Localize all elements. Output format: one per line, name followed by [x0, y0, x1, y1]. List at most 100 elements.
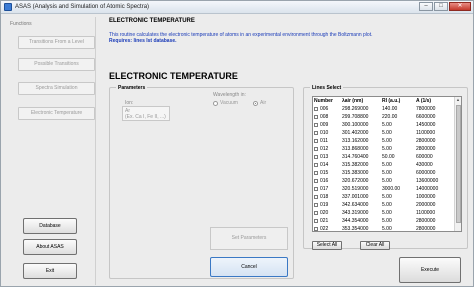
- table-cell: 600000: [415, 153, 455, 161]
- row-checkbox[interactable]: [314, 186, 318, 191]
- set-parameters-button[interactable]: Set Parameters: [210, 227, 288, 250]
- row-checkbox[interactable]: [314, 170, 318, 175]
- ion-input[interactable]: Ar (Ex. Ca I, Fe II, ...): [122, 106, 170, 121]
- requirements-text: Requires: lines Ist database.: [109, 38, 177, 44]
- nav-possible-transitions-button[interactable]: Possible Transitions: [18, 58, 95, 71]
- routine-title: ELECTRONIC TEMPERATURE: [109, 18, 195, 24]
- table-row[interactable]: 019 342.634000 5.00 2000000: [313, 201, 455, 209]
- table-cell: 2000000: [415, 201, 455, 209]
- lines-table: Number λair (nm) RI (a.u.) A (1/s) 006 29…: [312, 96, 462, 232]
- table-row[interactable]: 016 320.672000 5.00 13600000: [313, 177, 455, 185]
- column-relative-intensity: RI (a.u.): [382, 98, 401, 104]
- table-cell: 3000.00: [381, 185, 415, 193]
- table-row[interactable]: 010 301.402000 5.00 1100000: [313, 129, 455, 137]
- select-all-button[interactable]: Select All: [312, 241, 342, 250]
- row-checkbox[interactable]: [314, 106, 318, 111]
- table-cell: 5.00: [381, 145, 415, 153]
- table-row[interactable]: 009 300.100000 5.00 1450000: [313, 121, 455, 129]
- cell-value: 008: [320, 114, 329, 120]
- table-cell: 014: [313, 161, 341, 169]
- table-cell: 006: [313, 105, 341, 113]
- table-row[interactable]: 021 344.354000 5.00 2800000: [313, 217, 455, 225]
- cell-value: 6000000: [416, 170, 436, 176]
- table-row[interactable]: 011 313.162000 5.00 2800000: [313, 137, 455, 145]
- wavelength-label: Wavelength in:: [213, 92, 246, 98]
- cell-value: 020: [320, 210, 329, 216]
- lines-select-group: Lines Select Number λair (nm) RI (a.u.) …: [303, 85, 468, 250]
- clear-all-button[interactable]: Clear All: [360, 241, 390, 250]
- vacuum-radio[interactable]: Vacuum: [213, 100, 238, 106]
- row-checkbox[interactable]: [314, 146, 318, 151]
- close-button[interactable]: ✕: [449, 2, 471, 11]
- row-checkbox[interactable]: [314, 138, 318, 143]
- air-radio[interactable]: Air: [253, 100, 266, 106]
- cell-value: 014: [320, 162, 329, 168]
- database-button[interactable]: Database: [23, 218, 77, 234]
- row-checkbox[interactable]: [314, 122, 318, 127]
- table-row[interactable]: 022 353.354000 5.00 2800000: [313, 225, 455, 231]
- table-cell: 011: [313, 137, 341, 145]
- table-cell: 298.269000: [341, 105, 381, 113]
- table-cell: 1450000: [415, 121, 455, 129]
- vacuum-radio-dot: [213, 100, 218, 106]
- table-cell: 5.00: [381, 121, 415, 129]
- cell-value: 6600000: [416, 114, 436, 120]
- table-row[interactable]: 008 299.708800 220.00 6600000: [313, 113, 455, 121]
- nav-electronic-temperature-button[interactable]: Electronic Temperature: [18, 107, 95, 120]
- table-cell: 313.162000: [341, 137, 381, 145]
- cell-value: 337.001000: [342, 194, 369, 200]
- cell-value: 342.634000: [342, 202, 369, 208]
- table-row[interactable]: 015 315.383000 5.00 6000000: [313, 169, 455, 177]
- row-checkbox[interactable]: [314, 218, 318, 223]
- table-row[interactable]: 017 320.519000 3000.00 14000000: [313, 185, 455, 193]
- table-cell: 009: [313, 121, 341, 129]
- row-checkbox[interactable]: [314, 194, 318, 199]
- row-checkbox[interactable]: [314, 178, 318, 183]
- scroll-up-icon[interactable]: ▲: [455, 97, 461, 103]
- cell-value: 019: [320, 202, 329, 208]
- table-cell: 320.672000: [341, 177, 381, 185]
- table-row[interactable]: 006 298.269000 140.00 7800000: [313, 105, 455, 113]
- cell-value: 010: [320, 130, 329, 136]
- scroll-thumb[interactable]: [456, 105, 461, 223]
- table-cell: 020: [313, 209, 341, 217]
- cell-value: 011: [320, 138, 328, 144]
- table-row[interactable]: 014 315.382000 5.00 430000: [313, 161, 455, 169]
- table-row[interactable]: 018 337.001000 5.00 1000000: [313, 193, 455, 201]
- routine-description: This routine calculates the electronic t…: [109, 32, 469, 44]
- section-title: ELECTRONIC TEMPERATURE: [109, 71, 238, 81]
- table-cell: 299.708800: [341, 113, 381, 121]
- minimize-button[interactable]: –: [419, 2, 433, 11]
- table-cell: 2800000: [415, 145, 455, 153]
- column-wavelength: λair (nm): [342, 98, 364, 104]
- row-checkbox[interactable]: [314, 226, 318, 231]
- table-cell: 5.00: [381, 169, 415, 177]
- cell-value: 2800000: [416, 138, 436, 144]
- table-cell: 019: [313, 201, 341, 209]
- row-checkbox[interactable]: [314, 210, 318, 215]
- row-checkbox[interactable]: [314, 202, 318, 207]
- row-checkbox[interactable]: [314, 114, 318, 119]
- table-scrollbar[interactable]: ▲: [454, 97, 461, 231]
- exit-button[interactable]: Exit: [23, 263, 77, 279]
- cell-value: 017: [320, 186, 329, 192]
- about-asas-button[interactable]: About ASAS: [23, 239, 77, 255]
- table-row[interactable]: 020 343.319000 5.00 1100000: [313, 209, 455, 217]
- table-row[interactable]: 013 314.760400 50.00 600000: [313, 153, 455, 161]
- cell-value: 315.383000: [342, 170, 369, 176]
- table-cell: 1100000: [415, 209, 455, 217]
- nav-spectra-simulation-button[interactable]: Spectra Simulation: [18, 82, 95, 95]
- maximize-button[interactable]: □: [434, 2, 448, 11]
- nav-transitions-from-level-button[interactable]: Transitions From a Level: [18, 36, 95, 49]
- table-cell: 430000: [415, 161, 455, 169]
- execute-button[interactable]: Execute: [399, 257, 461, 283]
- table-row[interactable]: 012 313.868000 5.00 2800000: [313, 145, 455, 153]
- table-cell: 353.354000: [341, 225, 381, 231]
- row-checkbox[interactable]: [314, 130, 318, 135]
- row-checkbox[interactable]: [314, 154, 318, 159]
- cell-value: 1100000: [416, 130, 436, 136]
- table-cell: 013: [313, 153, 341, 161]
- row-checkbox[interactable]: [314, 162, 318, 167]
- table-cell: 13600000: [415, 177, 455, 185]
- cancel-button[interactable]: Cancel: [210, 257, 288, 277]
